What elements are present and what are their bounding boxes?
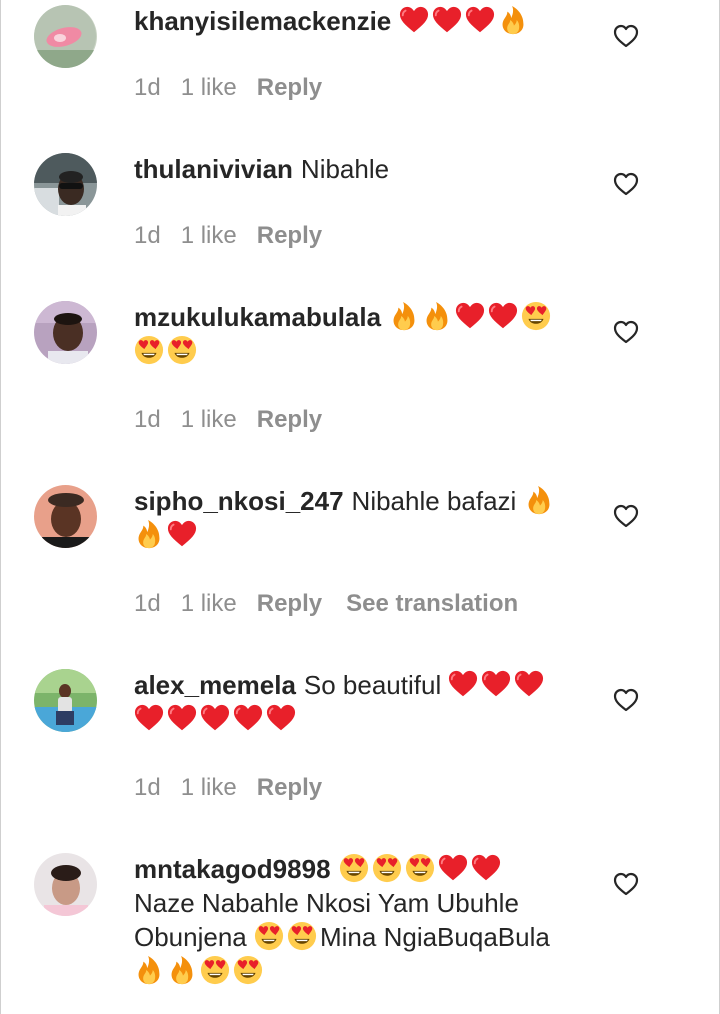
heart-eyes-emoji xyxy=(233,955,263,985)
comment-time: 1d xyxy=(134,406,161,433)
fire-emoji xyxy=(167,955,197,985)
heart-outline-icon xyxy=(612,170,640,198)
comment-meta: 1d 1 like Reply xyxy=(134,774,346,802)
like-count[interactable]: 1 like xyxy=(181,74,237,101)
avatar[interactable] xyxy=(34,301,97,364)
red-heart-emoji xyxy=(167,703,197,733)
red-heart-emoji xyxy=(432,5,462,35)
heart-eyes-emoji xyxy=(254,921,284,951)
fire-emoji xyxy=(498,5,528,35)
avatar[interactable] xyxy=(34,153,97,216)
reply-button[interactable]: Reply xyxy=(257,406,322,433)
comment-time: 1d xyxy=(134,774,161,801)
comment-body: Obunjena xyxy=(134,922,247,952)
comment-text: mzukulukamabulala xyxy=(134,300,574,368)
red-heart-emoji xyxy=(471,853,501,883)
like-button[interactable] xyxy=(612,22,640,50)
like-button[interactable] xyxy=(612,686,640,714)
username[interactable]: mntakagod9898 xyxy=(134,854,331,884)
heart-eyes-emoji xyxy=(167,335,197,365)
like-count[interactable]: 1 like xyxy=(181,406,237,433)
red-heart-emoji xyxy=(448,669,478,699)
red-heart-emoji xyxy=(167,519,197,549)
reply-button[interactable]: Reply xyxy=(257,74,322,101)
heart-eyes-emoji xyxy=(200,955,230,985)
username[interactable]: mzukulukamabulala xyxy=(134,302,381,332)
comment-body: Naze Nabahle Nkosi Yam Ubuhle xyxy=(134,888,519,918)
like-count[interactable]: 1 like xyxy=(181,222,237,249)
comment-text: thulanivivian Nibahle xyxy=(134,152,574,186)
username[interactable]: khanyisilemackenzie xyxy=(134,6,391,36)
reply-button[interactable]: Reply xyxy=(257,222,322,249)
comment-meta: 1d 1 like Reply xyxy=(134,74,346,102)
like-button[interactable] xyxy=(612,502,640,530)
red-heart-emoji xyxy=(134,703,164,733)
comment-body: Nibahle xyxy=(300,154,390,184)
heart-eyes-emoji xyxy=(521,301,551,331)
fire-emoji xyxy=(134,519,164,549)
fire-emoji xyxy=(134,955,164,985)
like-button[interactable] xyxy=(612,170,640,198)
like-count[interactable]: 1 like xyxy=(181,774,237,801)
heart-outline-icon xyxy=(612,22,640,50)
comment-time: 1d xyxy=(134,222,161,249)
fire-emoji xyxy=(524,485,554,515)
red-heart-emoji xyxy=(399,5,429,35)
comment-text: khanyisilemackenzie xyxy=(134,4,574,38)
comment-text: alex_memela So beautiful xyxy=(134,668,574,736)
reply-button[interactable]: Reply xyxy=(257,590,322,617)
red-heart-emoji xyxy=(465,5,495,35)
avatar[interactable] xyxy=(34,5,97,68)
fire-emoji xyxy=(422,301,452,331)
comment-body: Nibahle bafazi xyxy=(351,486,517,516)
heart-eyes-emoji xyxy=(405,853,435,883)
heart-eyes-emoji xyxy=(287,921,317,951)
comment-body: Mina NgiaBuqaBula xyxy=(320,922,550,952)
red-heart-emoji xyxy=(455,301,485,331)
heart-outline-icon xyxy=(612,502,640,530)
avatar[interactable] xyxy=(34,669,97,732)
red-heart-emoji xyxy=(438,853,468,883)
red-heart-emoji xyxy=(200,703,230,733)
heart-outline-icon xyxy=(612,870,640,898)
comment-time: 1d xyxy=(134,74,161,101)
see-translation-button[interactable]: See translation xyxy=(346,590,518,617)
avatar[interactable] xyxy=(34,485,97,548)
heart-outline-icon xyxy=(612,318,640,346)
comment-text: mntakagod9898 Naze Nabahle Nkosi Yam Ubuh… xyxy=(134,852,574,988)
username[interactable]: sipho_nkosi_247 xyxy=(134,486,344,516)
heart-eyes-emoji xyxy=(339,853,369,883)
like-button[interactable] xyxy=(612,870,640,898)
heart-eyes-emoji xyxy=(372,853,402,883)
like-count[interactable]: 1 like xyxy=(181,590,237,617)
comment-meta: 1d 1 like Reply xyxy=(134,406,346,434)
like-button[interactable] xyxy=(612,318,640,346)
red-heart-emoji xyxy=(266,703,296,733)
red-heart-emoji xyxy=(488,301,518,331)
reply-button[interactable]: Reply xyxy=(257,774,322,801)
comment-text: sipho_nkosi_247 Nibahle bafazi xyxy=(134,484,574,552)
comment-body: So beautiful xyxy=(303,670,442,700)
red-heart-emoji xyxy=(481,669,511,699)
heart-eyes-emoji xyxy=(134,335,164,365)
username[interactable]: thulanivivian xyxy=(134,154,293,184)
comment-meta: 1d 1 like Reply xyxy=(134,222,346,250)
heart-outline-icon xyxy=(612,686,640,714)
username[interactable]: alex_memela xyxy=(134,670,296,700)
avatar[interactable] xyxy=(34,853,97,916)
comment-meta: 1d 1 like Reply See translation xyxy=(134,590,518,618)
comment-time: 1d xyxy=(134,590,161,617)
fire-emoji xyxy=(389,301,419,331)
red-heart-emoji xyxy=(514,669,544,699)
red-heart-emoji xyxy=(233,703,263,733)
